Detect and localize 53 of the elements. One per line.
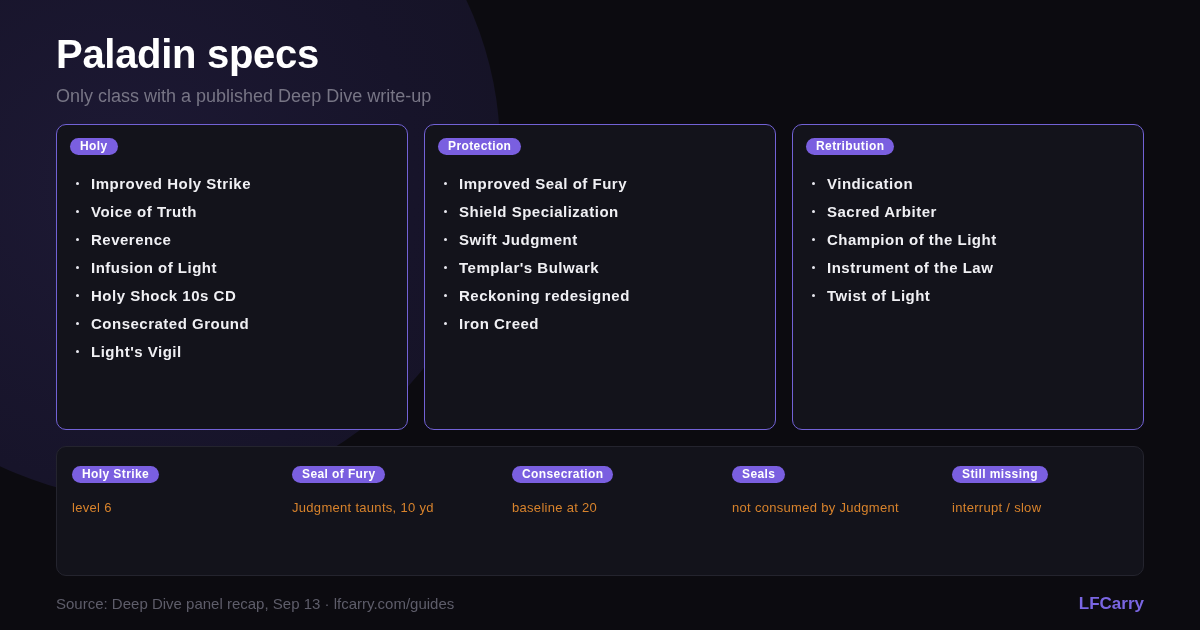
note-text: Judgment taunts, 10 yd xyxy=(292,499,434,517)
bullet-icon xyxy=(812,181,815,185)
talent-name: Vindication xyxy=(827,174,914,192)
bullet-icon xyxy=(76,237,79,241)
talent-name: Holy Shock 10s CD xyxy=(91,286,237,304)
talent-name: Voice of Truth xyxy=(91,202,197,220)
spec-badge: Holy xyxy=(70,138,118,155)
page-subtitle: Only class with a published Deep Dive write-up xyxy=(56,85,432,108)
talent-name: Consecrated Ground xyxy=(91,314,250,332)
bullet-icon xyxy=(444,321,447,325)
talent-name: Sacred Arbiter xyxy=(827,202,937,220)
bullet-icon xyxy=(76,349,79,353)
bullet-icon xyxy=(76,321,79,325)
spec-badge: Retribution xyxy=(806,138,895,155)
talent-name: Improved Holy Strike xyxy=(91,174,252,192)
bullet-icon xyxy=(444,265,447,269)
talent-name: Reckoning redesigned xyxy=(459,286,630,304)
source-text: Source: Deep Dive panel recap, Sep 13 · lfcarry.com/guides xyxy=(56,594,455,614)
bullet-icon xyxy=(812,265,815,269)
bullet-icon xyxy=(812,209,815,213)
bullet-icon xyxy=(444,209,447,213)
talent-name: Twist of Light xyxy=(827,286,931,304)
talent-name: Iron Creed xyxy=(459,314,539,332)
talent-name: Reverence xyxy=(91,230,172,248)
talent-name: Light's Vigil xyxy=(91,342,182,360)
talent-name: Infusion of Light xyxy=(91,258,217,276)
note-badge: Seals xyxy=(732,466,786,483)
note-badge: Seal of Fury xyxy=(292,466,386,483)
talent-name: Shield Specialization xyxy=(459,202,619,220)
bullet-icon xyxy=(76,265,79,269)
note-badge: Consecration xyxy=(512,466,614,483)
bullet-icon xyxy=(812,293,815,297)
note-text: baseline at 20 xyxy=(512,499,598,517)
talent-name: Improved Seal of Fury xyxy=(459,174,628,192)
brand-name: LFCarry xyxy=(1078,594,1144,614)
talent-name: Instrument of the Law xyxy=(827,258,994,276)
note-text: interrupt / slow xyxy=(952,499,1042,517)
bullet-icon xyxy=(76,209,79,213)
note-badge: Holy Strike xyxy=(72,466,160,483)
note-text: level 6 xyxy=(72,499,112,517)
note-badge: Still missing xyxy=(952,466,1048,483)
bullet-icon xyxy=(76,181,79,185)
bullet-icon xyxy=(444,181,447,185)
talent-name: Champion of the Light xyxy=(827,230,997,248)
bullet-icon xyxy=(76,293,79,297)
talent-name: Swift Judgment xyxy=(459,230,578,248)
spec-badge: Protection xyxy=(438,138,522,155)
bullet-icon xyxy=(444,237,447,241)
note-text: not consumed by Judgment xyxy=(732,499,899,517)
page-title: Paladin specs xyxy=(56,31,319,78)
bullet-icon xyxy=(812,237,815,241)
talent-name: Templar's Bulwark xyxy=(459,258,600,276)
bullet-icon xyxy=(444,293,447,297)
